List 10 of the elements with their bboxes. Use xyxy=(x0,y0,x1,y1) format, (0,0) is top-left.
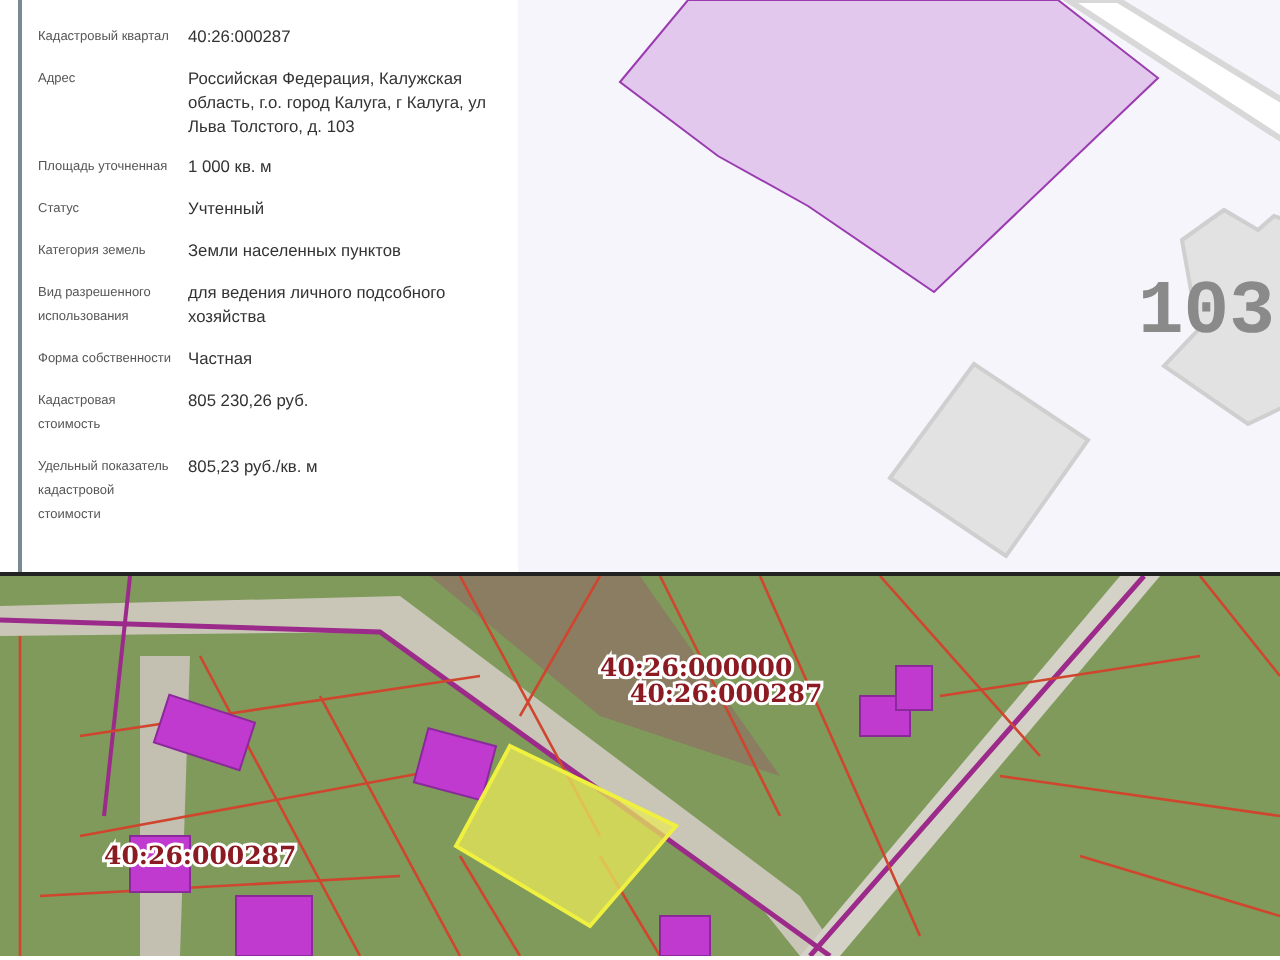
field-value: 805 230,26 руб. xyxy=(188,388,311,414)
field-value: Российская Федерация, Калужская область, г.о. город Калуга, г Калуга, ул Льва Толстого, д. 103 xyxy=(188,66,489,138)
field-value: для ведения личного подсобного хозяйства xyxy=(188,280,448,330)
field-value: 805,23 руб./кв. м xyxy=(188,454,320,480)
field-value: Частная xyxy=(188,346,255,372)
field-value: Учтенный xyxy=(188,196,267,222)
house-number: 103 xyxy=(1138,276,1275,352)
field-value: 1 000 кв. м xyxy=(188,154,274,180)
field-value: Земли населенных пунктов xyxy=(188,238,403,264)
field-value: 40:26:000287 xyxy=(188,24,293,50)
